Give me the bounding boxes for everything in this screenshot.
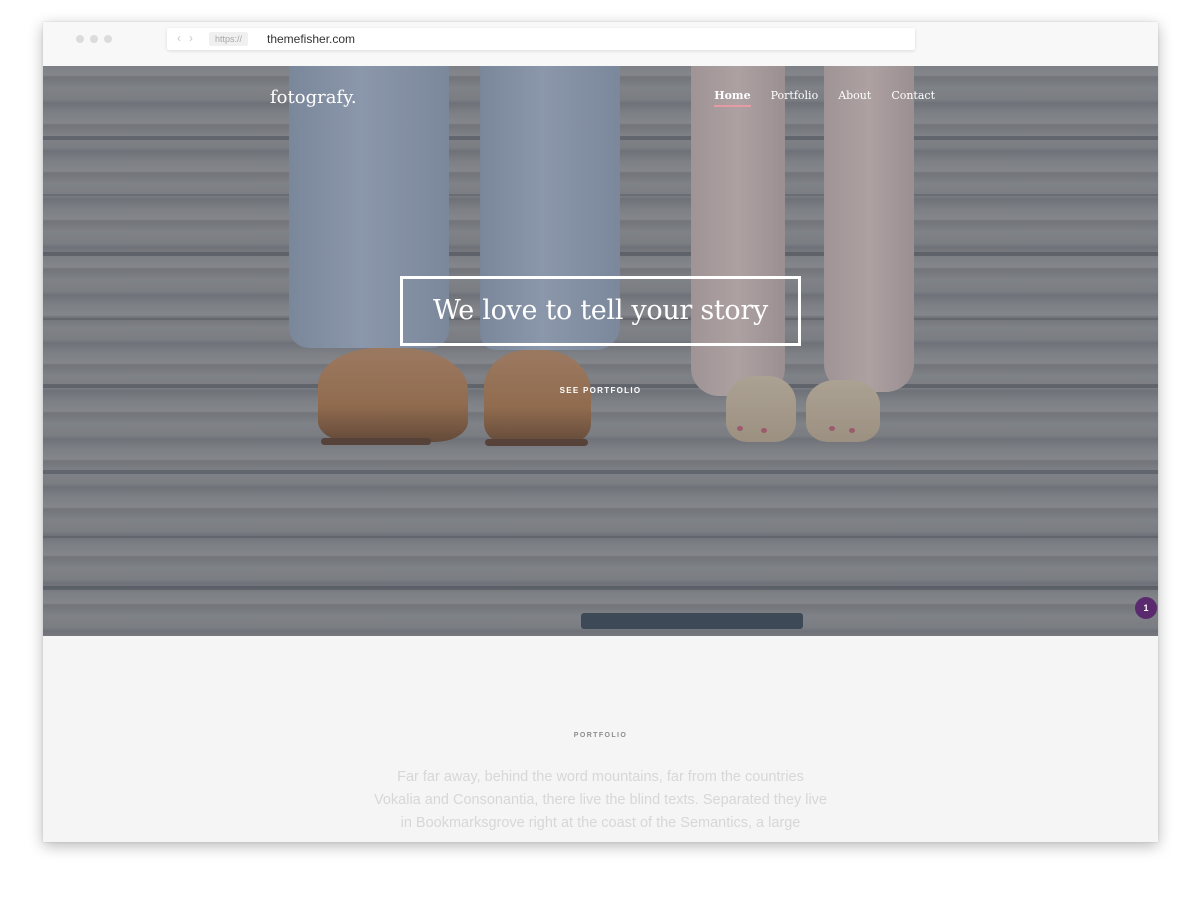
see-portfolio-link[interactable]: SEE PORTFOLIO bbox=[560, 386, 642, 395]
url-protocol: https:// bbox=[209, 32, 249, 46]
url-text[interactable]: themefisher.com bbox=[267, 31, 355, 47]
portfolio-section: PORTFOLIO Far far away, behind the word … bbox=[43, 636, 1158, 842]
see-portfolio-link-wrap: SEE PORTFOLIO bbox=[43, 386, 1158, 395]
window-dot-close[interactable] bbox=[76, 35, 84, 43]
section-description: Far far away, behind the word mountains,… bbox=[373, 769, 827, 831]
browser-window: ‹ › https:// themefisher.com fotografy. … bbox=[43, 22, 1158, 842]
notification-badge[interactable]: 1 bbox=[1135, 597, 1157, 619]
headline-frame: We love to tell your story bbox=[400, 276, 801, 346]
site-logo[interactable]: fotografy. bbox=[270, 86, 357, 110]
window-controls bbox=[76, 35, 112, 43]
chevron-left-icon[interactable]: ‹ bbox=[177, 31, 181, 45]
browser-chrome: ‹ › https:// themefisher.com bbox=[43, 22, 1158, 67]
nav-item-home[interactable]: Home bbox=[714, 89, 751, 107]
hero-section: fotografy. Home Portfolio About Contact … bbox=[43, 66, 1158, 636]
nav-item-contact[interactable]: Contact bbox=[891, 89, 935, 107]
address-bar[interactable]: ‹ › https:// themefisher.com bbox=[167, 28, 915, 50]
hero-headline: We love to tell your story bbox=[433, 295, 768, 326]
nav-item-portfolio[interactable]: Portfolio bbox=[771, 89, 819, 107]
hero-overlay bbox=[43, 66, 1158, 636]
section-label: PORTFOLIO bbox=[573, 732, 628, 739]
window-dot-minimize[interactable] bbox=[90, 35, 98, 43]
chevron-right-icon[interactable]: › bbox=[189, 31, 193, 45]
main-nav: Home Portfolio About Contact bbox=[714, 89, 935, 107]
nav-item-about[interactable]: About bbox=[838, 89, 871, 107]
window-dot-maximize[interactable] bbox=[104, 35, 112, 43]
